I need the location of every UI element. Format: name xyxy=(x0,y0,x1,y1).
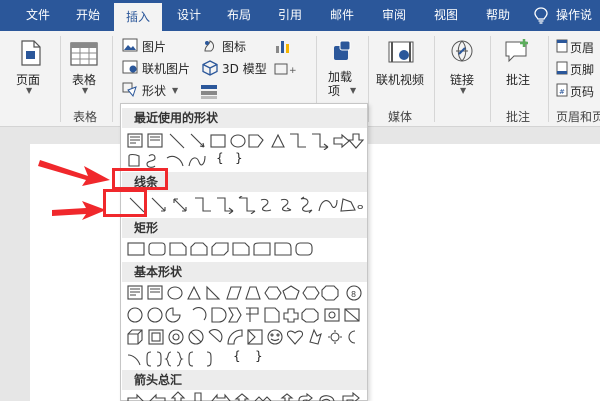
chevron-down-icon[interactable]: ▼ xyxy=(350,86,356,95)
callout-box-line-shape xyxy=(103,189,147,217)
icons-button[interactable]: 图标 xyxy=(222,38,246,55)
brace-right-shape[interactable]: } xyxy=(255,349,263,363)
smartart-icon[interactable] xyxy=(200,84,218,100)
lightbulb-icon xyxy=(534,7,548,24)
svg-text:+: + xyxy=(289,66,297,76)
red-arrow-icon xyxy=(38,160,110,186)
section-block-arrows: 箭头总汇 xyxy=(122,370,367,390)
rectangles-row[interactable] xyxy=(125,240,365,258)
comment-icon[interactable] xyxy=(504,38,532,64)
callout-box-lines-header xyxy=(112,168,168,190)
picture-icon[interactable] xyxy=(122,38,138,52)
picture-button[interactable]: 图片 xyxy=(142,38,166,55)
chevron-down-icon[interactable]: ▼ xyxy=(460,86,466,95)
group-label-media: 媒体 xyxy=(387,110,412,124)
ribbon-tab-bar: 文件 开始 插入 设计 布局 引用 邮件 审阅 视图 帮助 操作说明 xyxy=(0,0,600,31)
table-icon[interactable] xyxy=(70,42,98,66)
basic-shapes-row-2[interactable] xyxy=(125,306,365,324)
chart-icon[interactable] xyxy=(274,38,290,54)
tab-home[interactable]: 开始 xyxy=(66,0,110,31)
tab-review[interactable]: 审阅 xyxy=(372,0,416,31)
tab-file[interactable]: 文件 xyxy=(20,0,56,31)
shapes-gallery: 最近使用的形状 { } 线条 ⴰ 矩形 基本形状 8 {} 箭头总汇 xyxy=(120,103,368,401)
basic-shapes-row-1[interactable]: 8 xyxy=(125,284,365,302)
lines-row[interactable]: ⴰ xyxy=(125,196,365,214)
chevron-down-icon[interactable]: ▼ xyxy=(172,86,178,95)
basic-shapes-row-3[interactable] xyxy=(125,328,365,346)
svg-text:8: 8 xyxy=(351,290,356,299)
link-icon[interactable] xyxy=(451,40,473,62)
addins-icon[interactable] xyxy=(332,40,352,62)
header-button[interactable]: 页眉 xyxy=(570,39,594,56)
group-label-header-footer: 页眉和页 xyxy=(556,110,600,124)
tab-tell-me[interactable]: 操作说明 xyxy=(556,0,600,31)
video-icon[interactable] xyxy=(388,40,414,64)
group-separator xyxy=(60,36,61,122)
section-rectangles: 矩形 xyxy=(122,218,367,238)
page-number-button[interactable]: 页码 xyxy=(570,83,594,100)
screenshot-icon[interactable]: + xyxy=(274,62,298,76)
3d-model-button[interactable]: 3D 模型 xyxy=(222,60,267,77)
brace-left-shape[interactable]: { xyxy=(216,151,224,165)
3d-model-icon[interactable] xyxy=(202,60,218,76)
tab-mailings[interactable]: 邮件 xyxy=(320,0,364,31)
red-arrow-icon xyxy=(52,201,106,220)
section-recent-shapes: 最近使用的形状 xyxy=(122,108,367,128)
online-picture-button[interactable]: 联机图片 xyxy=(142,60,190,77)
addins-button-label[interactable]: 加载 项 xyxy=(328,70,352,98)
tab-view[interactable]: 视图 xyxy=(424,0,468,31)
group-label-tables: 表格 xyxy=(72,110,97,124)
online-picture-icon[interactable] xyxy=(122,60,138,74)
group-separator xyxy=(490,36,491,122)
footer-icon[interactable] xyxy=(556,61,568,75)
page-icon[interactable] xyxy=(20,40,42,66)
footer-button[interactable]: 页脚 xyxy=(570,61,594,78)
comment-button-label[interactable]: 批注 xyxy=(506,71,530,88)
tab-references[interactable]: 引用 xyxy=(268,0,312,31)
online-video-button[interactable]: 联机视频 xyxy=(376,71,424,88)
tab-design[interactable]: 设计 xyxy=(168,0,210,31)
tab-insert[interactable]: 插入 xyxy=(114,3,162,31)
brace-left-shape[interactable]: { xyxy=(233,349,241,363)
chevron-down-icon[interactable]: ▼ xyxy=(82,86,88,95)
group-separator xyxy=(112,36,113,122)
shapes-button[interactable]: 形状 xyxy=(142,82,166,99)
svg-text:ⴰ: ⴰ xyxy=(357,201,363,212)
block-arrows-row[interactable] xyxy=(125,390,365,401)
tab-help[interactable]: 帮助 xyxy=(476,0,520,31)
basic-shapes-row-4[interactable] xyxy=(125,350,245,368)
recent-shapes-row-1[interactable] xyxy=(125,132,365,150)
section-basic-shapes: 基本形状 xyxy=(122,262,367,282)
shapes-icon[interactable] xyxy=(122,82,138,98)
group-label-comments: 批注 xyxy=(505,110,530,124)
chevron-down-icon[interactable]: ▼ xyxy=(26,86,32,95)
brace-right-shape[interactable]: } xyxy=(235,151,243,165)
header-icon[interactable] xyxy=(556,39,568,53)
group-separator xyxy=(368,36,369,122)
svg-text:#: # xyxy=(559,88,565,96)
icons-icon[interactable] xyxy=(202,38,218,54)
group-separator xyxy=(548,36,549,122)
tab-layout[interactable]: 布局 xyxy=(218,0,260,31)
page-number-icon[interactable]: # xyxy=(556,83,568,97)
group-separator xyxy=(434,36,435,122)
